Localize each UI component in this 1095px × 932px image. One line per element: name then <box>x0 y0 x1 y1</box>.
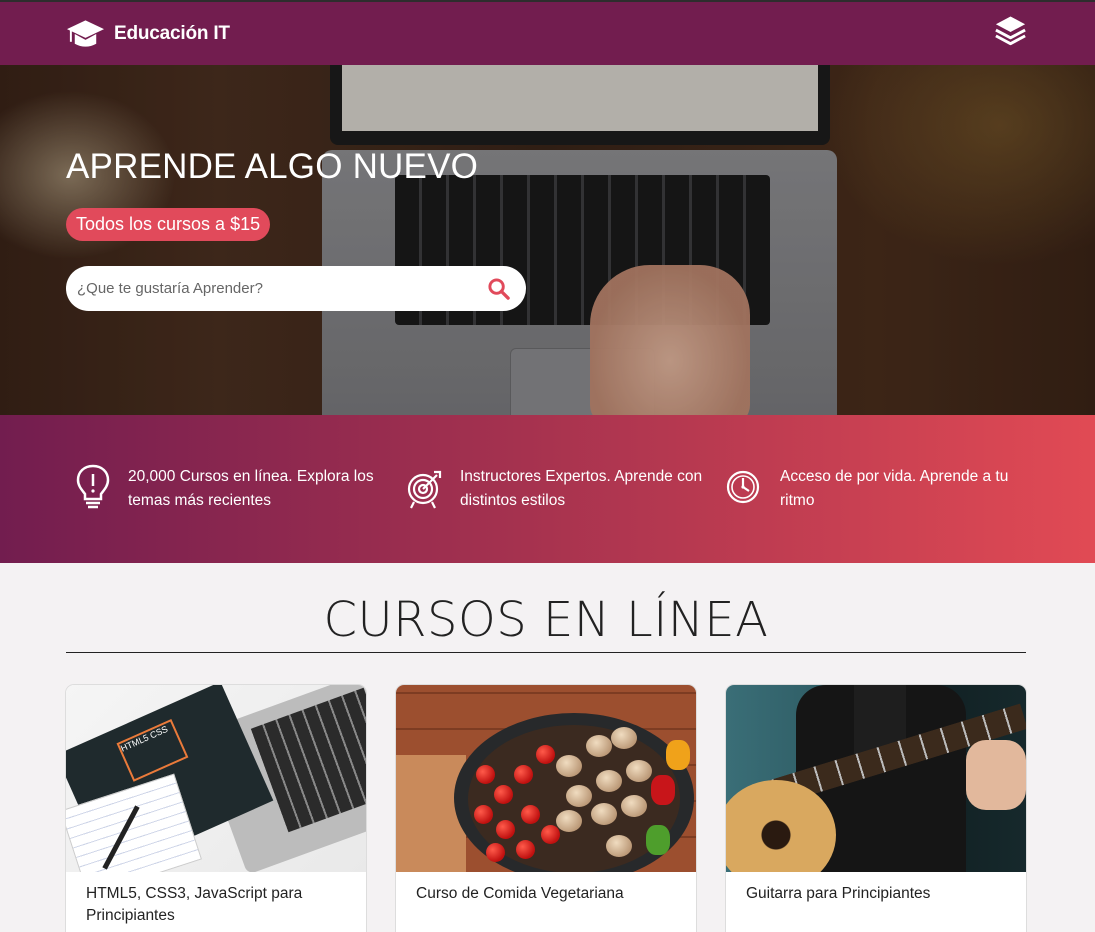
promo-badge: Todos los cursos a $15 <box>66 208 271 241</box>
search-bar <box>66 266 526 311</box>
graduation-cap-icon <box>66 20 105 47</box>
course-card[interactable]: Guitarra para Principiantes <box>726 685 1026 932</box>
search-input[interactable] <box>66 266 466 311</box>
search-icon[interactable] <box>487 277 510 300</box>
target-icon <box>407 470 442 509</box>
course-card[interactable]: HTML5 CSS HTML5, CSS3, JavaScript para P… <box>66 685 366 932</box>
html-css-laptop-image: HTML5 CSS <box>66 685 366 872</box>
guitar-player-image <box>726 685 1026 872</box>
brand-link[interactable]: Educación IT <box>66 18 230 50</box>
layers-icon[interactable] <box>993 14 1028 50</box>
feature-text: Instructores Expertos. Aprende con disti… <box>460 468 703 509</box>
section-title: CURSOS EN LÍNEA <box>323 592 769 648</box>
course-title[interactable]: Guitarra para Principiantes <box>746 883 1006 905</box>
top-navbar: Educación IT <box>0 0 1095 65</box>
feature-item: Instructores Expertos. Aprende con disti… <box>406 463 710 513</box>
course-title[interactable]: HTML5, CSS3, JavaScript para Principiant… <box>86 883 346 927</box>
course-card[interactable]: Curso de Comida Vegetariana <box>396 685 696 932</box>
feature-item: 20,000 Cursos en línea. Explora los tema… <box>74 463 378 513</box>
feature-item: Acceso de por vida. Aprende a tu ritmo <box>726 463 1030 513</box>
feature-text: Acceso de por vida. Aprende a tu ritmo <box>780 468 1009 509</box>
features-band: 20,000 Cursos en línea. Explora los tema… <box>0 415 1095 563</box>
course-title[interactable]: Curso de Comida Vegetariana <box>416 883 676 905</box>
hero-banner: APRENDE ALGO NUEVO Todos los cursos a $1… <box>0 65 1095 415</box>
hero-title: APRENDE ALGO NUEVO <box>66 147 479 186</box>
clock-icon <box>726 470 760 504</box>
brand-name: Educación IT <box>114 23 230 44</box>
feature-text: 20,000 Cursos en línea. Explora los tema… <box>128 468 374 509</box>
lightbulb-icon <box>76 464 110 509</box>
vegetables-pot-image <box>396 685 696 872</box>
section-divider <box>66 652 1026 653</box>
